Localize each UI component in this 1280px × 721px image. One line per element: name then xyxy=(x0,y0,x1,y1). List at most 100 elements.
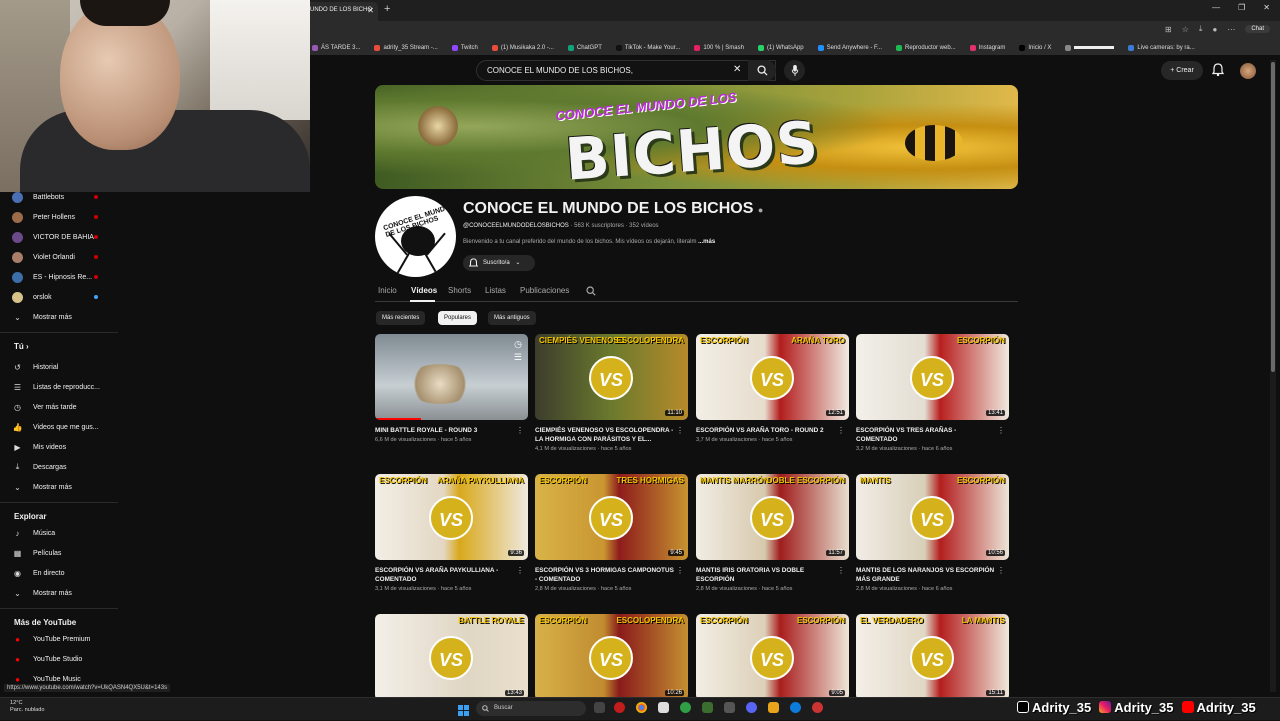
video-thumbnail[interactable]: VS BATTLE ROYALE 13:43 xyxy=(375,614,528,700)
account-avatar[interactable] xyxy=(1240,63,1256,79)
sidebar-item[interactable]: ⌄ Mostrar más xyxy=(12,480,112,494)
chrome-icon[interactable] xyxy=(636,702,647,713)
bookmark-item[interactable]: TikTok - Make Your... xyxy=(615,44,680,51)
sidebar-item[interactable]: ◉ En directo xyxy=(12,566,112,580)
star-icon[interactable]: ☆ xyxy=(1182,25,1189,34)
video-thumbnail[interactable]: VS ESCORPIÓN ESCORPIÓN 9:05 xyxy=(696,614,849,700)
sidebar-item[interactable]: ● YouTube Premium xyxy=(12,632,112,646)
taskbar-search[interactable]: Buscar xyxy=(476,701,586,716)
chip-popular[interactable]: Populares xyxy=(438,311,478,325)
video-thumbnail[interactable]: ◷ ☰ xyxy=(375,334,528,420)
edge-icon[interactable] xyxy=(790,702,801,713)
obs-icon[interactable] xyxy=(812,702,823,713)
chip-oldest[interactable]: Más antiguos xyxy=(488,311,536,325)
video-card[interactable]: ◷ ☰ MINI BATTLE ROYALE - ROUND 3 6,6 M de v… xyxy=(375,334,528,443)
video-thumbnail[interactable]: VS ESCORPIÓN ESCOLOPENDRA 10:26 xyxy=(535,614,688,700)
clear-search-icon[interactable]: ✕ xyxy=(733,64,741,75)
sidebar-item[interactable]: ● YouTube Studio xyxy=(12,652,112,666)
bookmark-item[interactable]: Send Anywhere - F... xyxy=(817,44,882,51)
video-card[interactable]: VS ESCORPIÓN ARAÑA TORO 12:51 ESCORPIÓN VS A… xyxy=(696,334,849,443)
chip-recent[interactable]: Más recientes xyxy=(376,311,426,325)
search-input[interactable]: CONOCE EL MUNDO DE LOS BICHOS, xyxy=(476,60,776,81)
task-view-icon[interactable] xyxy=(594,702,605,713)
video-title[interactable]: MANTIS IRIS ORATORIA VS DOBLE ESCORPIÓN xyxy=(696,566,836,584)
voice-search-button[interactable] xyxy=(784,60,805,81)
tab-listas[interactable]: Listas xyxy=(485,286,506,295)
sidebar-item[interactable]: ▶ Mis videos xyxy=(12,440,112,454)
sidebar-subscription[interactable]: Battlebots xyxy=(12,190,112,204)
video-menu-icon[interactable]: ⋮ xyxy=(997,426,1005,435)
video-title[interactable]: MANTIS DE LOS NARANJOS VS ESCORPIÓN MÁS … xyxy=(856,566,996,584)
sidebar-item[interactable]: 👍 Videos que me gus... xyxy=(12,420,112,434)
new-tab-icon[interactable]: + xyxy=(384,3,390,15)
channel-description[interactable]: Bienvenido a tu canal preferido del mund… xyxy=(463,239,715,245)
video-card[interactable]: VS ESCORPIÓN ESCORPIÓN 9:05 xyxy=(696,614,849,700)
video-title[interactable]: ESCORPIÓN VS ARAÑA TORO - ROUND 2 xyxy=(696,426,836,435)
bookmark-item[interactable]: Twitch xyxy=(451,44,478,51)
minecraft-icon[interactable] xyxy=(702,702,713,713)
bookmark-item[interactable]: 100 % | Smash xyxy=(694,44,744,51)
video-card[interactable]: VS ESCORPIÓN 13:41 ESCORPIÓN VS TRES ARAÑAS… xyxy=(856,334,1009,452)
bookmark-item[interactable]: adrity_35 Stream -... xyxy=(374,44,438,51)
video-thumbnail[interactable]: VS MANTIS MARRÓN DOBLE ESCORPIÓN 11:57 xyxy=(696,474,849,560)
video-menu-icon[interactable]: ⋮ xyxy=(837,426,845,435)
sidebar-item[interactable]: ◷ Ver más tarde xyxy=(12,400,112,414)
video-card[interactable]: VS ESCORPIÓN TRES HORMIGAS 9:45 ESCORPIÓN VS… xyxy=(535,474,688,592)
sidebar-item[interactable]: ⌄ Mostrar más xyxy=(12,586,112,600)
tab-publicaciones[interactable]: Publicaciones xyxy=(520,286,569,295)
sidebar-subscription[interactable]: orslok xyxy=(12,290,112,304)
bookmark-item[interactable]: ÁS TARDE 3... xyxy=(312,44,360,51)
sidebar-subscription[interactable]: Peter Hollens xyxy=(12,210,112,224)
tab-shorts[interactable]: Shorts xyxy=(448,286,471,295)
profile-icon[interactable]: ● xyxy=(1212,25,1217,34)
video-card[interactable]: VS ESCORPIÓN ESCOLOPENDRA 10:26 xyxy=(535,614,688,700)
video-menu-icon[interactable]: ⋮ xyxy=(676,426,684,435)
minimize-icon[interactable]: — xyxy=(1212,3,1220,12)
discord-icon[interactable] xyxy=(746,702,757,713)
video-thumbnail[interactable]: VS ESCORPIÓN ARAÑA PAYKULLIANA 9:36 xyxy=(375,474,528,560)
sidebar-item[interactable]: ☰ Listas de reproducc... xyxy=(12,380,112,394)
video-thumbnail[interactable]: VS ESCORPIÓN ARAÑA TORO 12:51 xyxy=(696,334,849,420)
chat-button[interactable]: Chat xyxy=(1245,25,1270,33)
settings-app-icon[interactable] xyxy=(724,702,735,713)
watch-later-icon[interactable]: ◷ xyxy=(514,339,522,350)
sidebar-show-more[interactable]: ⌄ Mostrar más xyxy=(12,310,112,324)
video-thumbnail[interactable]: VS ESCORPIÓN TRES HORMIGAS 9:45 xyxy=(535,474,688,560)
download-icon[interactable]: ⤓ xyxy=(1199,24,1203,34)
sidebar-item[interactable]: ♪ Música xyxy=(12,526,112,540)
tab-videos[interactable]: Vídeos xyxy=(411,286,437,295)
video-menu-icon[interactable]: ⋮ xyxy=(516,426,524,435)
maximize-icon[interactable]: ❐ xyxy=(1238,3,1245,12)
bookmark-item[interactable]: Inicio / X xyxy=(1019,44,1051,51)
video-menu-icon[interactable]: ⋮ xyxy=(676,566,684,575)
video-thumbnail[interactable]: VS EL VERDADERO LA MANTIS 15:11 xyxy=(856,614,1009,700)
bookmark-item[interactable]: (1) Musikaka 2.0 -... xyxy=(491,44,554,51)
bookmark-item[interactable]: Reproductor web... xyxy=(896,44,956,51)
sidebar-item[interactable]: ↺ Historial xyxy=(12,360,112,374)
video-card[interactable]: VS EL VERDADERO LA MANTIS 15:11 xyxy=(856,614,1009,700)
sidebar-subscription[interactable]: ES - Hipnosis Re... xyxy=(12,270,112,284)
video-menu-icon[interactable]: ⋮ xyxy=(837,566,845,575)
bookmark-item[interactable]: Live cameras: by ra... xyxy=(1128,44,1195,51)
video-thumbnail[interactable]: VS ESCORPIÓN 13:41 xyxy=(856,334,1009,420)
notifications-icon[interactable] xyxy=(1211,63,1225,81)
sidebar-header-you[interactable]: Tú › xyxy=(14,342,29,351)
extension-icon[interactable]: ⊞ xyxy=(1165,25,1172,34)
video-title[interactable]: MINI BATTLE ROYALE - ROUND 3 xyxy=(375,426,515,435)
video-title[interactable]: ESCORPIÓN VS 3 HORMIGAS CAMPONOTUS - COM… xyxy=(535,566,675,584)
video-menu-icon[interactable]: ⋮ xyxy=(516,566,524,575)
video-thumbnail[interactable]: VS MANTIS ESCORPIÓN 10:56 xyxy=(856,474,1009,560)
video-thumbnail[interactable]: VS CIEMPIÉS VENENOSO ESCOLOPENDRA 11:10 xyxy=(535,334,688,420)
video-card[interactable]: VS BATTLE ROYALE 13:43 xyxy=(375,614,528,700)
app-green-icon[interactable] xyxy=(680,702,691,713)
add-to-queue-icon[interactable]: ☰ xyxy=(514,352,522,363)
video-menu-icon[interactable]: ⋮ xyxy=(997,566,1005,575)
bookmark-item[interactable]: Instagram xyxy=(969,44,1005,51)
sidebar-subscription[interactable]: Violet Orlandi xyxy=(12,250,112,264)
sidebar-subscription[interactable]: VICTOR DE BAHIA xyxy=(12,230,112,244)
file-icon[interactable] xyxy=(658,702,669,713)
search-button[interactable] xyxy=(748,60,776,81)
more-link[interactable]: ...más xyxy=(698,239,715,245)
opera-icon[interactable] xyxy=(614,702,625,713)
bookmark-item[interactable] xyxy=(1065,44,1115,51)
